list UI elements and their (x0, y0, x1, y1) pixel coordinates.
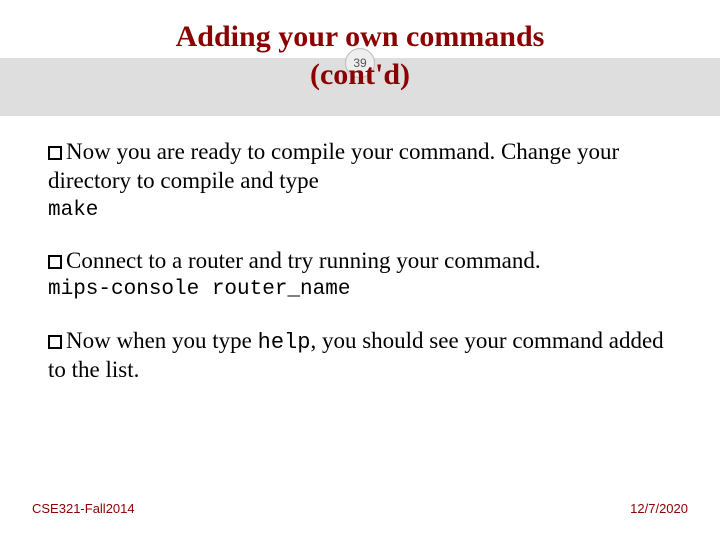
bullet-item: Now you are ready to compile your comman… (48, 138, 672, 223)
square-bullet-icon (48, 146, 62, 160)
bullet-text: Now you are ready to compile your comman… (48, 138, 672, 196)
square-bullet-icon (48, 335, 62, 349)
square-bullet-icon (48, 255, 62, 269)
bullet-text-part: Now when you type (66, 328, 258, 353)
bullet-item: Connect to a router and try running your… (48, 247, 672, 303)
slide: 39 Adding your own commands (cont'd) Now… (0, 0, 720, 540)
slide-title: Adding your own commands (cont'd) (0, 18, 720, 93)
header: 39 Adding your own commands (cont'd) (0, 0, 720, 116)
title-line-2: (cont'd) (0, 56, 720, 94)
bullet-text: Now when you type help, you should see y… (48, 327, 672, 385)
code-line: make (48, 198, 672, 223)
bullet-text-part: Connect to a router and try running your… (66, 248, 541, 273)
code-line: mips-console router_name (48, 277, 672, 302)
bullet-text-part: Now you are ready to compile your comman… (48, 139, 619, 193)
footer-right: 12/7/2020 (630, 501, 688, 516)
title-line-1: Adding your own commands (0, 18, 720, 56)
content-area: Now you are ready to compile your comman… (48, 138, 672, 409)
inline-code: help (258, 330, 311, 355)
footer-left: CSE321-Fall2014 (32, 501, 135, 516)
bullet-item: Now when you type help, you should see y… (48, 327, 672, 385)
bullet-text: Connect to a router and try running your… (48, 247, 672, 276)
